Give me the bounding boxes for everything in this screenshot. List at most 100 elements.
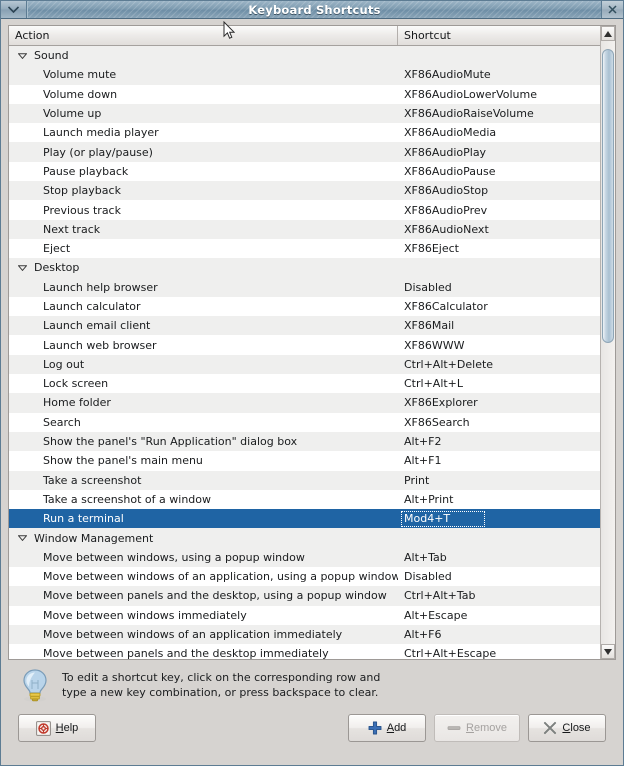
- hint-area: To edit a shortcut key, click on the cor…: [8, 660, 616, 708]
- table-row[interactable]: Move between windows of an application, …: [9, 567, 600, 587]
- shortcut-edit-field[interactable]: Mod4+T: [401, 510, 485, 527]
- row-action-cell: Move between windows immediately: [9, 609, 398, 622]
- titlebar-drag-area[interactable]: Keyboard Shortcuts: [27, 1, 601, 18]
- row-action-label: Previous track: [43, 203, 121, 217]
- row-shortcut-cell[interactable]: XF86AudioMute: [398, 68, 600, 81]
- table-row[interactable]: Play (or play/pause) XF86AudioPlay: [9, 142, 600, 162]
- scrollbar-thumb[interactable]: [602, 49, 614, 343]
- table-row[interactable]: Previous track XF86AudioPrev: [9, 200, 600, 220]
- table-row[interactable]: Take a screenshot Print: [9, 470, 600, 490]
- lightbulb-icon: [23, 669, 47, 702]
- expander-open-icon[interactable]: [15, 52, 29, 59]
- table-row[interactable]: Run a terminal Mod4+T: [9, 509, 600, 529]
- row-shortcut-cell[interactable]: XF86Mail: [398, 319, 600, 332]
- row-shortcut-cell[interactable]: XF86Eject: [398, 242, 600, 255]
- row-shortcut-cell[interactable]: Ctrl+Alt+Delete: [398, 358, 600, 371]
- row-shortcut-cell[interactable]: Alt+F2: [398, 435, 600, 448]
- table-header: Action Shortcut: [9, 26, 600, 46]
- table-row[interactable]: Log out Ctrl+Alt+Delete: [9, 354, 600, 375]
- row-shortcut-cell[interactable]: XF86WWW: [398, 339, 600, 352]
- table-row[interactable]: Volume up XF86AudioRaiseVolume: [9, 103, 600, 124]
- row-shortcut-cell[interactable]: Alt+Tab: [398, 551, 600, 564]
- group-action-cell: Sound: [9, 49, 398, 62]
- table-row[interactable]: Next track XF86AudioNext: [9, 219, 600, 239]
- row-shortcut-cell[interactable]: Print: [398, 474, 600, 487]
- group-row[interactable]: Desktop: [9, 258, 600, 278]
- scrollbar-track[interactable]: [601, 41, 615, 644]
- row-shortcut-label: Alt+F2: [404, 435, 442, 449]
- group-row[interactable]: Window Management: [9, 528, 600, 548]
- row-shortcut-label: XF86Calculator: [404, 300, 488, 313]
- row-action-cell: Move between panels and the desktop, usi…: [9, 589, 398, 602]
- table-row[interactable]: Volume down XF86AudioLowerVolume: [9, 84, 600, 104]
- titlebar: Keyboard Shortcuts: [1, 1, 623, 19]
- row-shortcut-cell[interactable]: XF86AudioMedia: [398, 126, 600, 139]
- table-row[interactable]: Move between windows, using a popup wind…: [9, 547, 600, 568]
- row-shortcut-cell[interactable]: Disabled: [398, 570, 600, 583]
- triangle-up-icon: [604, 30, 612, 37]
- column-header-action[interactable]: Action: [9, 26, 398, 45]
- table-row[interactable]: Move between panels and the desktop imme…: [9, 644, 600, 659]
- window-menu-button[interactable]: [1, 1, 27, 18]
- row-shortcut-cell[interactable]: Alt+F1: [398, 454, 600, 467]
- row-action-label: Launch email client: [43, 319, 151, 333]
- remove-button[interactable]: Remove: [434, 714, 520, 742]
- table-row[interactable]: Launch web browser XF86WWW: [9, 335, 600, 355]
- table-row[interactable]: Lock screen Ctrl+Alt+L: [9, 374, 600, 394]
- row-shortcut-cell[interactable]: Alt+Escape: [398, 609, 600, 622]
- vertical-scrollbar[interactable]: [600, 26, 615, 659]
- row-action-label: Volume down: [43, 87, 118, 101]
- row-shortcut-cell[interactable]: Alt+Print: [398, 493, 600, 506]
- row-shortcut-cell[interactable]: XF86AudioLowerVolume: [398, 88, 600, 101]
- row-shortcut-cell[interactable]: XF86Calculator: [398, 300, 600, 313]
- table-row[interactable]: Pause playback XF86AudioPause: [9, 161, 600, 182]
- window-close-button[interactable]: [601, 1, 623, 18]
- table-row[interactable]: Take a screenshot of a window Alt+Print: [9, 489, 600, 510]
- row-shortcut-cell[interactable]: XF86Search: [398, 416, 600, 429]
- add-button[interactable]: Add: [348, 714, 427, 742]
- scroll-up-button[interactable]: [601, 26, 615, 41]
- table-row[interactable]: Show the panel's main menu Alt+F1: [9, 451, 600, 471]
- table-row[interactable]: Launch help browser Disabled: [9, 277, 600, 297]
- row-shortcut-cell[interactable]: XF86AudioPause: [398, 165, 600, 178]
- row-shortcut-cell[interactable]: Mod4+T: [398, 510, 600, 527]
- row-shortcut-cell[interactable]: XF86AudioRaiseVolume: [398, 107, 600, 120]
- expander-open-icon[interactable]: [15, 265, 29, 271]
- table-row[interactable]: Move between windows immediately Alt+Esca…: [9, 605, 600, 625]
- row-shortcut-cell[interactable]: XF86AudioPlay: [398, 146, 600, 159]
- row-action-cell: Launch web browser: [9, 339, 398, 352]
- close-button[interactable]: Close: [528, 714, 606, 742]
- table-row[interactable]: Launch calculator XF86Calculator: [9, 296, 600, 317]
- row-shortcut-label: Print: [404, 473, 430, 487]
- row-shortcut-cell[interactable]: XF86AudioNext: [398, 223, 600, 236]
- row-shortcut-cell[interactable]: Alt+F6: [398, 628, 600, 641]
- table-row[interactable]: Home folder XF86Explorer: [9, 393, 600, 413]
- row-action-cell: Home folder: [9, 396, 398, 409]
- row-shortcut-cell[interactable]: Ctrl+Alt+Escape: [398, 647, 600, 659]
- table-row[interactable]: Launch email client XF86Mail: [9, 316, 600, 336]
- row-action-label: Move between windows of an application, …: [43, 570, 398, 584]
- table-row[interactable]: Eject XF86Eject: [9, 238, 600, 259]
- row-shortcut-cell[interactable]: XF86AudioStop: [398, 184, 600, 197]
- dialog-body: Action Shortcut Sound Volume mute XF86Audi…: [1, 19, 623, 765]
- table-row[interactable]: Stop playback XF86AudioStop: [9, 181, 600, 201]
- table-row[interactable]: Launch media player XF86AudioMedia: [9, 123, 600, 143]
- row-shortcut-cell[interactable]: XF86Explorer: [398, 396, 600, 409]
- row-action-label: Stop playback: [43, 184, 121, 198]
- group-row[interactable]: Sound: [9, 46, 600, 66]
- table-row[interactable]: Volume mute XF86AudioMute: [9, 65, 600, 85]
- row-shortcut-cell[interactable]: Ctrl+Alt+L: [398, 377, 600, 390]
- expander-open-icon[interactable]: [15, 535, 29, 542]
- shortcuts-tree[interactable]: Action Shortcut Sound Volume mute XF86Audi…: [9, 26, 600, 659]
- help-button[interactable]: Help: [18, 714, 96, 742]
- table-row[interactable]: Search XF86Search: [9, 412, 600, 432]
- scroll-down-button[interactable]: [601, 644, 615, 659]
- column-header-shortcut[interactable]: Shortcut: [398, 26, 600, 45]
- row-shortcut-cell[interactable]: Disabled: [398, 281, 600, 294]
- table-row[interactable]: Show the panel's "Run Application" dialo…: [9, 431, 600, 452]
- row-shortcut-cell[interactable]: XF86AudioPrev: [398, 204, 600, 217]
- remove-label-rest: emove: [473, 722, 507, 734]
- table-row[interactable]: Move between panels and the desktop, usi…: [9, 586, 600, 606]
- table-row[interactable]: Move between windows of an application i…: [9, 624, 600, 645]
- row-shortcut-cell[interactable]: Ctrl+Alt+Tab: [398, 589, 600, 602]
